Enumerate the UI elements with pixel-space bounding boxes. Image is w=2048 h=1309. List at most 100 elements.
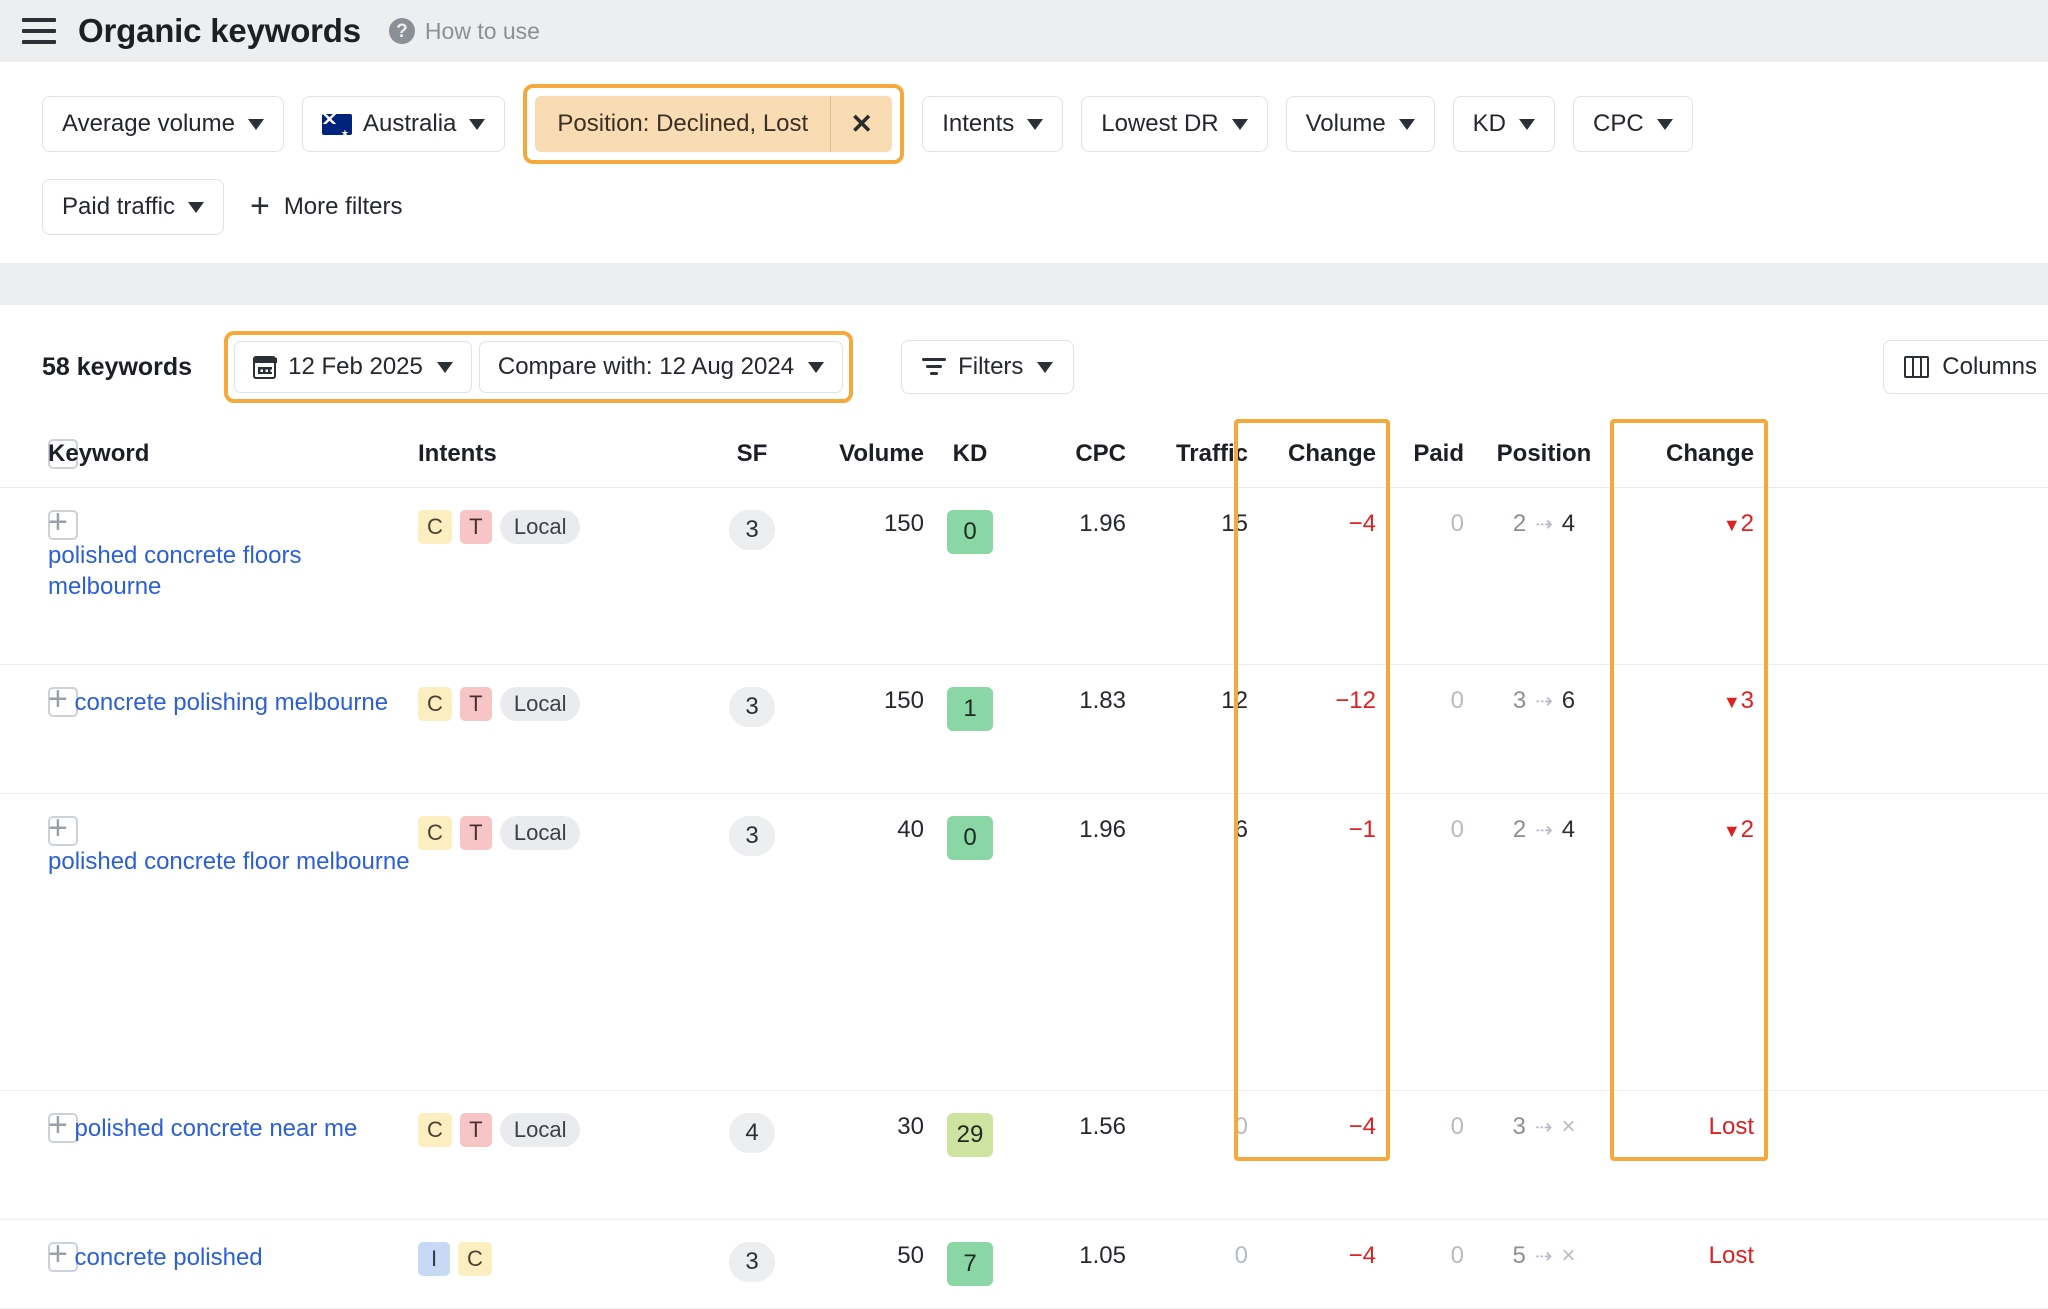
keyword-count: 58 keywords [42,352,193,381]
traffic-change-cell: −12 [1248,664,1376,795]
calendar-icon [252,355,277,379]
position-change-value: ▼3 [1722,687,1754,715]
volume-cell: 50 [796,1219,924,1309]
position-change-cell: ▼2 [1624,487,1754,666]
traffic-change-value: −4 [1348,510,1376,537]
volume-cell: 40 [796,793,924,1091]
filter-kd[interactable]: KD [1452,96,1556,152]
column-header-sf[interactable]: SF [708,425,796,488]
intent-badge-local: Local [499,687,581,722]
position-arrow-icon: ⇢ [1535,513,1553,536]
intent-badge-c: C [418,687,452,722]
position-arrow-icon: ⇢ [1535,690,1553,714]
add-keyword-icon[interactable]: + [48,809,68,847]
filter-paid-traffic[interactable]: Paid traffic [42,179,224,235]
position-arrow-icon: ⇢ [1535,819,1553,843]
paid-cell: 0 [1376,664,1464,795]
filter-kd-label: KD [1472,110,1507,137]
column-header-position[interactable]: Position [1464,425,1624,488]
column-header-keyword[interactable]: Keyword [48,425,418,488]
keyword-cell: + concrete polishing melbourne [48,664,418,795]
traffic-cell: 12 [1126,664,1248,795]
table-row[interactable]: + concrete polished I C 3 50 7 1.05 0 −4 0 5 ⇢ × Lost [0,1219,2048,1309]
filter-volume[interactable]: Volume [1285,96,1435,152]
table-row[interactable]: + polished concrete near me C T Local 4 30 29 1… [0,1090,2048,1220]
question-circle-icon: ? [388,18,415,44]
column-header-kd[interactable]: KD [924,425,1016,488]
triangle-down-icon: ▼ [1722,692,1741,713]
position-change-value: ▼2 [1722,510,1754,537]
position-change-cell: ▼3 [1624,664,1754,795]
hamburger-icon[interactable] [22,16,56,46]
filter-paid-traffic-label: Paid traffic [62,193,175,220]
keyword-link[interactable]: concrete polishing melbourne [75,687,389,718]
compare-date-button[interactable]: Compare with: 12 Aug 2024 [478,341,844,393]
column-header-traffic-change[interactable]: Change [1248,425,1376,488]
position-change-lost: Lost [1708,1241,1754,1269]
table-row[interactable]: + polished concrete floors melbourne C T Lo… [0,487,2048,666]
table-row[interactable]: + concrete polishing melbourne C T Local 3 15… [0,664,2048,795]
filter-country[interactable]: Australia [302,96,506,152]
filters-dropdown-button[interactable]: Filters [901,340,1075,394]
filter-cpc-label: CPC [1593,110,1644,137]
filter-cpc[interactable]: CPC [1573,96,1693,152]
traffic-change-value: −12 [1335,687,1376,715]
column-header-position-change[interactable]: Change [1624,425,1754,488]
chevron-down-icon [436,361,453,373]
add-keyword-icon[interactable]: + [48,503,68,541]
column-header-traffic[interactable]: Traffic [1126,425,1248,488]
column-header-paid[interactable]: Paid [1376,425,1464,488]
position-cell: 2 ⇢ 4 [1464,793,1624,1091]
add-keyword-icon[interactable]: + [48,680,68,718]
section-divider [0,263,2048,305]
add-keyword-icon[interactable]: + [48,1235,68,1273]
filter-average-volume[interactable]: Average volume [42,96,284,152]
position-change-value: ▼2 [1722,816,1754,844]
add-keyword-icon[interactable]: + [48,1106,68,1144]
sf-badge: 3 [729,687,775,728]
keywords-table-section: 58 keywords 12 Feb 2025 Compare with: 12… [0,305,2048,1309]
keyword-link[interactable]: concrete polished [75,1242,263,1273]
position-to-lost-icon: × [1561,1112,1576,1140]
more-filters-button[interactable]: + More filters [242,187,403,226]
sf-cell: 3 [708,487,796,666]
sf-cell: 3 [708,1219,796,1309]
chevron-down-icon [1656,118,1673,130]
keyword-link[interactable]: polished concrete floor melbourne [48,846,410,877]
intent-badge-local: Local [499,510,581,544]
date-picker-button[interactable]: 12 Feb 2025 [234,341,472,393]
table-row[interactable]: + polished concrete floor melbourne C T Loc… [0,793,2048,1091]
position-change-cell: ▼2 [1624,793,1754,1091]
chevron-down-icon [1231,118,1248,130]
column-header-cpc[interactable]: CPC [1016,425,1126,488]
how-to-use-link[interactable]: ? How to use [388,18,540,45]
position-from: 2 [1512,816,1527,844]
column-header-intents[interactable]: Intents [418,425,708,488]
more-filters-label: More filters [283,193,403,220]
intents-cell: C T Local [418,487,708,666]
filter-intents[interactable]: Intents [922,96,1064,152]
cpc-cell: 1.96 [1016,793,1126,1091]
filter-position-chip[interactable]: Position: Declined, Lost ✕ [535,96,893,152]
traffic-change-cell: −1 [1248,793,1376,1091]
filter-lowest-dr[interactable]: Lowest DR [1081,96,1268,152]
position-arrow-icon: ⇢ [1534,1115,1553,1139]
columns-button[interactable]: Columns [1883,340,2048,394]
position-cell: 3 ⇢ × [1464,1090,1624,1220]
close-icon[interactable]: ✕ [830,96,892,152]
intent-badge-local: Local [499,816,581,851]
plus-icon: + [249,187,270,226]
position-to: 4 [1561,510,1576,537]
sf-cell: 3 [708,664,796,795]
keyword-cell: + polished concrete floors melbourne [48,487,418,666]
cpc-cell: 1.96 [1016,487,1126,666]
spacer-cell [1754,1090,2048,1220]
position-from: 5 [1512,1241,1526,1269]
select-all-header [0,425,78,488]
spacer-cell [1754,664,2048,795]
filter-lowest-dr-label: Lowest DR [1101,110,1219,137]
keyword-link[interactable]: polished concrete floors melbourne [48,540,418,602]
volume-cell: 150 [796,664,924,795]
column-header-volume[interactable]: Volume [796,425,924,488]
keyword-link[interactable]: polished concrete near me [75,1113,358,1144]
